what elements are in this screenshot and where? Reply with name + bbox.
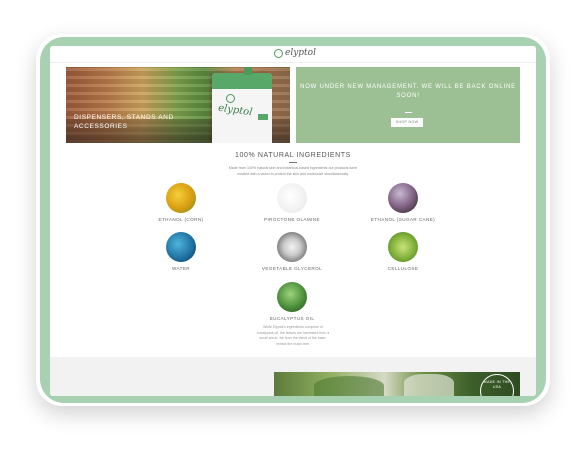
dispensers-label[interactable]: DISPENSERS, STANDS AND ACCESSORIES: [74, 113, 184, 131]
ingredient-water: WATER: [136, 232, 226, 271]
ingredient-label: EUCALYPTUS OIL: [269, 316, 315, 321]
kiosk-cap: [244, 67, 252, 75]
leaf-icon: [388, 232, 418, 262]
plant-photo: MADE IN THE USA: [274, 372, 520, 396]
ingredient-piroctone-olamine: PIROCTONE OLAMINE: [247, 183, 337, 222]
ingredient-label: ETHANOL (SUGAR CANE): [370, 217, 436, 222]
eucalyptus-icon: [277, 282, 307, 312]
ingredient-cellulose: CELLULOSE: [358, 232, 448, 271]
made-in-usa-badge: MADE IN THE USA: [480, 374, 514, 396]
ingredients-description: Made from 100% natural skin and botanica…: [228, 166, 358, 176]
ingredient-label: CELLULOSE: [387, 266, 419, 271]
kiosk-logo-icon: [226, 94, 235, 103]
announcement-divider: [405, 112, 412, 113]
powder-icon: [277, 183, 307, 213]
ingredient-label: WATER: [171, 266, 191, 271]
ingredients-title: 100% NATURAL INGREDIENTS: [235, 152, 351, 159]
ingredient-label: ETHANOL (CORN): [158, 217, 204, 222]
sugar-cane-icon: [388, 183, 418, 213]
announcement-text: NOW UNDER NEW MANAGEMENT. WE WILL BE BAC…: [300, 84, 516, 99]
eucalyptus-description: While Elyptol's ingredients comprise of …: [256, 325, 330, 346]
ingredient-label: PIROCTONE OLAMINE: [264, 217, 320, 222]
glycerol-icon: [277, 232, 307, 262]
ingredient-ethanol-corn: ETHANOL (CORN): [136, 183, 226, 222]
kiosk-slot: [258, 114, 268, 120]
ingredient-ethanol-sugar-cane: ETHANOL (SUGAR CANE): [358, 183, 448, 222]
logo-text: elyptol: [285, 48, 316, 58]
ingredient-vegetable-glycerol: VEGETABLE GLYCEROL: [247, 232, 337, 271]
site-logo[interactable]: elyptol: [274, 48, 316, 58]
shop-now-button[interactable]: SHOP NOW: [391, 118, 423, 127]
website-screen: elyptol elyptol DISPENSERS, STANDS AND A…: [50, 46, 536, 396]
announcement-banner: NOW UNDER NEW MANAGEMENT. WE WILL BE BAC…: [296, 67, 520, 143]
dispensers-banner[interactable]: elyptol DISPENSERS, STANDS AND ACCESSORI…: [66, 67, 290, 143]
leaf-shape: [314, 376, 384, 396]
kiosk-top: [212, 73, 272, 89]
corn-icon: [166, 183, 196, 213]
water-icon: [166, 232, 196, 262]
logo-mark-icon: [274, 48, 283, 58]
ingredient-label: VEGETABLE GLYCEROL: [261, 266, 323, 271]
leaf-shape: [404, 374, 454, 396]
ingredients-divider: [289, 162, 297, 163]
ingredient-eucalyptus-oil: EUCALYPTUS OIL: [247, 282, 337, 321]
top-nav-bar: elyptol: [50, 46, 536, 63]
